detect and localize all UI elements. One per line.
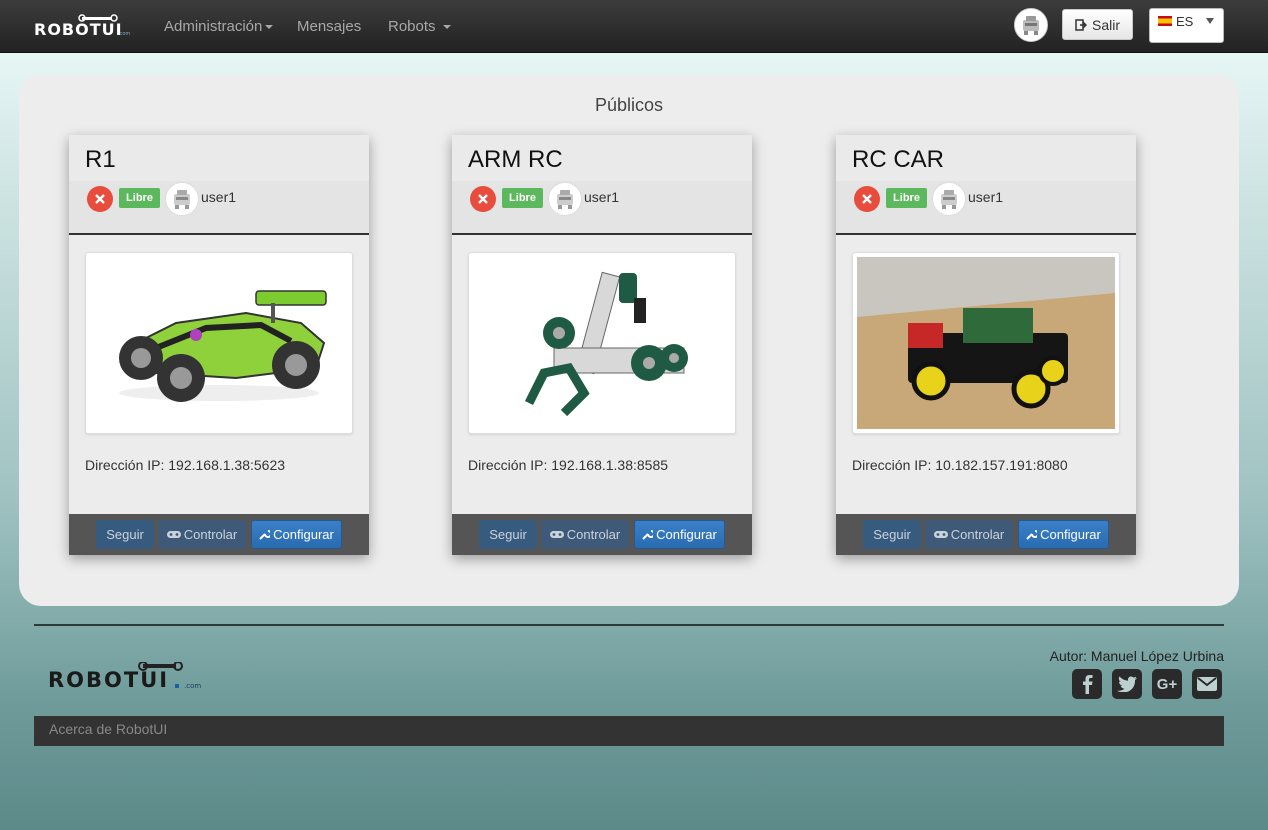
offline-status-icon	[470, 186, 496, 212]
caret-down-icon	[442, 25, 451, 30]
robot-avatar-icon	[941, 190, 957, 209]
card-header: RC CAR Libre user1	[836, 135, 1136, 235]
robot-card: ARM RC Libre user1 Dirección IP: 192.168…	[452, 135, 752, 555]
public-robots-panel: Públicos R1 Libre user1 Dirección IP: 19…	[19, 75, 1239, 606]
owner-avatar	[165, 182, 199, 216]
nav-item-label: Robots	[388, 18, 436, 35]
status-badge: Libre	[119, 188, 160, 208]
language-value: ES	[1176, 14, 1194, 29]
logout-button[interactable]: Salir	[1062, 9, 1133, 40]
author-text: Autor: Manuel López Urbina	[1049, 648, 1224, 664]
card-actions: Seguir Controlar Configurar	[452, 514, 752, 555]
sign-out-icon	[1075, 18, 1087, 31]
user-avatar[interactable]	[1014, 8, 1048, 42]
nav-item-label: Administración	[164, 18, 263, 35]
robot-image	[85, 252, 353, 434]
robot-image	[468, 252, 736, 434]
configure-button[interactable]: Configurar	[1018, 520, 1109, 549]
owner-name: user1	[584, 189, 620, 205]
footer-divider	[34, 624, 1224, 626]
brand-text: ROBOTUI	[34, 20, 123, 39]
robot-name: RC CAR	[852, 146, 945, 173]
wrench-icon	[642, 530, 654, 540]
footer-logo: ROBOTUI .com	[48, 661, 203, 692]
robot-image	[852, 252, 1120, 434]
control-button[interactable]: Controlar	[541, 520, 629, 549]
gamepad-icon	[933, 531, 948, 538]
footer-brand-suffix: .com	[184, 682, 202, 690]
owner-name: user1	[201, 189, 237, 205]
status-badge: Libre	[502, 188, 543, 208]
follow-button[interactable]: Seguir	[479, 520, 537, 549]
spain-flag-icon	[1158, 16, 1172, 26]
robot-ip: Dirección IP: 10.182.157.191:8080	[852, 457, 1068, 473]
google-plus-icon[interactable]: G+	[1152, 669, 1182, 699]
owner-avatar	[932, 182, 966, 216]
footer-bar: Acerca de RobotUI	[34, 716, 1224, 746]
nav-item-robots[interactable]: Robots	[388, 0, 451, 52]
follow-button[interactable]: Seguir	[863, 520, 921, 549]
status-badge: Libre	[886, 188, 927, 208]
caret-down-icon	[265, 25, 274, 30]
follow-button[interactable]: Seguir	[96, 520, 154, 549]
card-header: ARM RC Libre user1	[452, 135, 752, 235]
email-icon[interactable]	[1192, 669, 1222, 699]
card-actions: Seguir Controlar Configurar	[69, 514, 369, 555]
offline-status-icon	[87, 186, 113, 212]
card-actions: Seguir Controlar Configurar	[836, 514, 1136, 555]
robot-name: R1	[85, 146, 116, 173]
brand-suffix: .com	[118, 31, 131, 37]
configure-button[interactable]: Configurar	[634, 520, 725, 549]
configure-button[interactable]: Configurar	[251, 520, 342, 549]
nav-item-mensajes[interactable]: Mensajes	[297, 0, 361, 52]
robot-card: R1 Libre user1 Dirección IP: 192.168.1.3…	[69, 135, 369, 555]
facebook-icon[interactable]	[1072, 669, 1102, 699]
owner-avatar	[548, 182, 582, 216]
card-header: R1 Libre user1	[69, 135, 369, 235]
twitter-icon[interactable]	[1112, 669, 1142, 699]
control-button[interactable]: Controlar	[925, 520, 1013, 549]
footer-brand-text: ROBOTUI	[48, 668, 170, 692]
wrench-icon	[1026, 530, 1038, 540]
brand-logo[interactable]: ROBOTUI .com	[34, 14, 134, 39]
gamepad-icon	[549, 531, 564, 538]
robot-card: RC CAR Libre user1 Dirección IP: 10.182.…	[836, 135, 1136, 555]
robot-name: ARM RC	[468, 146, 563, 173]
nav-item-administracion[interactable]: Administración	[164, 0, 274, 52]
logout-label: Salir	[1091, 16, 1120, 33]
chevron-down-icon	[1206, 18, 1214, 24]
gamepad-icon	[166, 531, 181, 538]
language-select[interactable]: ES	[1149, 8, 1224, 43]
section-title: Públicos	[594, 95, 664, 115]
wrench-icon	[259, 530, 271, 540]
robot-avatar-icon	[1023, 16, 1039, 35]
robot-ip: Dirección IP: 192.168.1.38:5623	[85, 457, 286, 473]
nav-item-label: Mensajes	[297, 18, 362, 35]
control-button[interactable]: Controlar	[158, 520, 246, 549]
robot-avatar-icon	[557, 190, 573, 209]
offline-status-icon	[854, 186, 880, 212]
owner-name: user1	[968, 189, 1004, 205]
about-link[interactable]: Acerca de RobotUI	[49, 721, 167, 737]
robot-ip: Dirección IP: 192.168.1.38:8585	[468, 457, 669, 473]
top-navbar: ROBOTUI .com Administración Mensajes Rob…	[0, 0, 1268, 53]
robot-avatar-icon	[174, 190, 190, 209]
